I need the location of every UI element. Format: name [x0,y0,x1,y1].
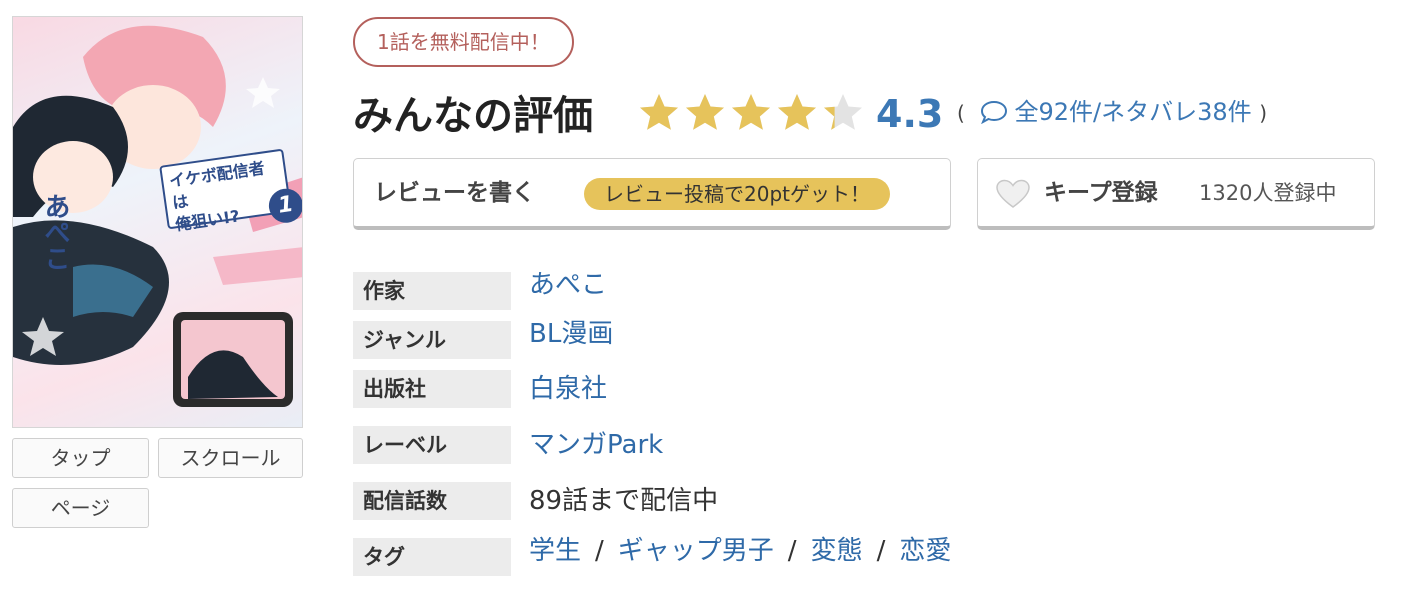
write-review-label: レビューを書く [374,180,535,206]
tag-link-gakusei[interactable]: 学生 [529,536,581,566]
cover-author-text: あぺこ [40,193,70,271]
tap-mode-button[interactable]: タップ [12,438,149,478]
rating-title: みんなの評価 [353,93,593,139]
tag-link-renai[interactable]: 恋愛 [899,536,951,566]
review-bonus-badge: レビュー投稿で20ptゲット！ [584,178,890,210]
review-separator: / [1093,98,1102,126]
label-link[interactable]: マンガPark [529,426,663,464]
tag-separator: / [876,536,886,566]
keep-register-button[interactable]: キープ登録 1320人登録中 [977,158,1375,230]
review-counts: ( 全92件/ネタバレ38件 ) [957,92,1267,136]
spoiler-reviews-link[interactable]: ネタバレ38件 [1101,98,1252,126]
tag-separator: / [787,536,797,566]
speech-bubble-icon [980,96,1008,136]
author-link[interactable]: あぺこ [529,266,607,304]
author-label: 作家 [353,272,511,310]
rating-star-icon [778,94,816,130]
tag-list: 学生 / ギャップ男子 / 変態 / 恋愛 [529,532,951,570]
tag-link-gap-danshi[interactable]: ギャップ男子 [618,536,774,566]
rating-star-icon [732,94,770,130]
keep-register-label: キープ登録 [1044,180,1158,206]
rating-score: 4.3 [876,92,944,136]
write-review-button[interactable]: レビューを書く レビュー投稿で20ptゲット！ [353,158,951,230]
publisher-link[interactable]: 白泉社 [529,370,607,408]
tag-link-hentai[interactable]: 変態 [811,536,863,566]
keep-count: 1320人登録中 [1199,181,1337,205]
genre-label: ジャンル [353,321,511,359]
open-paren: ( [957,101,965,125]
tags-label: タグ [353,538,511,576]
page-mode-button[interactable]: ページ [12,488,149,528]
rating-star-icon [640,94,678,130]
episodes-value: 89話まで配信中 [529,486,719,516]
scroll-mode-button[interactable]: スクロール [158,438,303,478]
episodes-label: 配信話数 [353,482,511,520]
label-label: レーベル [353,426,511,464]
free-episode-badge: 1話を無料配信中！ [353,17,574,67]
tag-separator: / [595,536,604,566]
all-reviews-link[interactable]: 全92件 [1014,98,1093,126]
cover-image[interactable]: イケボ配信者は 俺狙い!? 1 あぺこ [12,16,303,428]
close-paren: ) [1259,101,1268,125]
heart-icon [996,179,1030,213]
genre-link[interactable]: BL漫画 [529,315,613,353]
rating-star-icon [824,94,862,130]
rating-star-icon [686,94,724,130]
publisher-label: 出版社 [353,370,511,408]
